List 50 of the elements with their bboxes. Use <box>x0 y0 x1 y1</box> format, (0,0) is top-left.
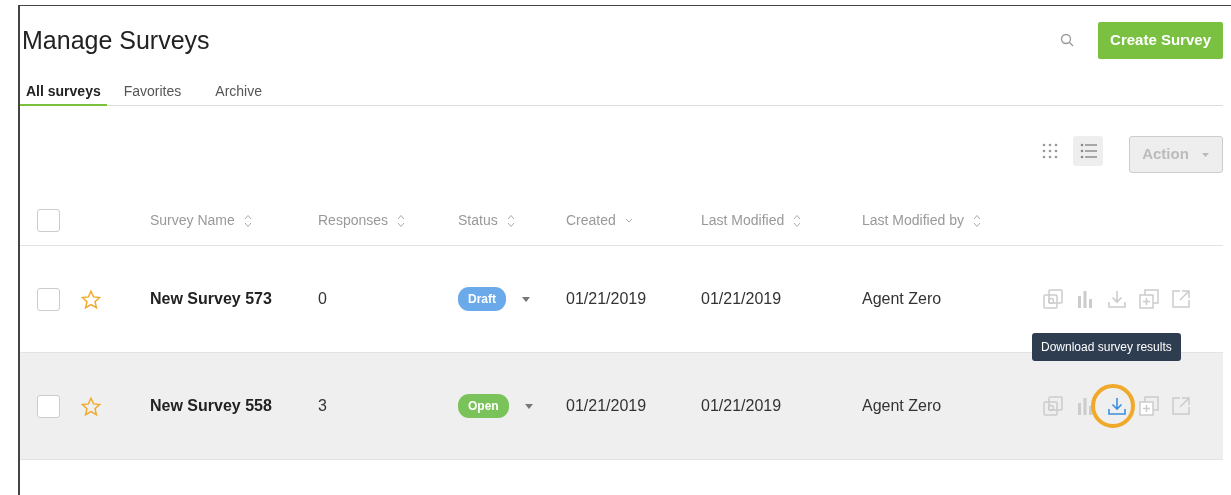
sort-icon[interactable] <box>971 213 982 228</box>
star-icon[interactable] <box>80 395 102 418</box>
add-copy-icon[interactable] <box>1138 395 1160 417</box>
copy-icon[interactable] <box>1042 395 1064 417</box>
download-icon[interactable] <box>1106 288 1128 310</box>
highlight-circle <box>1091 384 1135 428</box>
column-header[interactable]: Survey Name <box>150 210 235 231</box>
author-name: Agent Zero <box>862 397 942 414</box>
author-name: Agent Zero <box>862 290 942 307</box>
sort-icon[interactable] <box>792 213 803 228</box>
survey-name: New Survey 573 <box>150 290 272 307</box>
survey-name: New Survey 558 <box>150 397 272 414</box>
status-badge[interactable]: Open <box>458 394 509 418</box>
page-title: Manage Surveys <box>21 25 210 56</box>
copy-icon[interactable] <box>1042 288 1064 310</box>
list-icon <box>1079 142 1098 160</box>
checkbox[interactable] <box>37 287 60 311</box>
star-icon[interactable] <box>80 288 102 311</box>
created-date: 01/21/2019 <box>566 397 647 414</box>
search-icon[interactable] <box>1060 33 1075 48</box>
sort-icon[interactable] <box>505 213 516 228</box>
modified-date: 01/21/2019 <box>701 290 782 307</box>
response-count: 0 <box>318 290 327 307</box>
list-view-button[interactable] <box>1073 136 1104 166</box>
column-header[interactable]: Responses <box>318 210 389 231</box>
tab[interactable]: Favorites <box>106 68 199 106</box>
tab[interactable]: Archive <box>198 68 279 106</box>
column-header[interactable]: Last Modified <box>701 210 785 231</box>
response-count: 3 <box>318 397 327 414</box>
caret-icon[interactable] <box>522 296 530 302</box>
checkbox[interactable] <box>37 209 60 232</box>
download-icon[interactable] <box>1106 395 1128 417</box>
add-copy-icon[interactable] <box>1138 288 1160 310</box>
column-header[interactable]: Created <box>566 210 616 231</box>
caret-icon <box>1201 152 1210 159</box>
external-link-icon[interactable] <box>1170 395 1192 417</box>
sort-icon[interactable] <box>242 213 253 228</box>
caret-icon[interactable] <box>524 403 533 409</box>
checkbox[interactable] <box>37 394 60 418</box>
external-link-icon[interactable] <box>1170 288 1192 310</box>
sort-icon[interactable] <box>396 213 407 228</box>
created-date: 01/21/2019 <box>566 290 647 307</box>
tab[interactable]: All surveys <box>20 68 107 106</box>
tooltip: Download survey results <box>1032 333 1181 361</box>
modified-date: 01/21/2019 <box>701 397 782 414</box>
column-header[interactable]: Last Modified by <box>862 210 964 231</box>
create-survey-button[interactable]: Create Survey <box>1098 22 1223 59</box>
status-badge[interactable]: Draft <box>458 287 506 311</box>
grid-icon <box>1041 142 1060 160</box>
column-header[interactable]: Status <box>458 210 498 231</box>
